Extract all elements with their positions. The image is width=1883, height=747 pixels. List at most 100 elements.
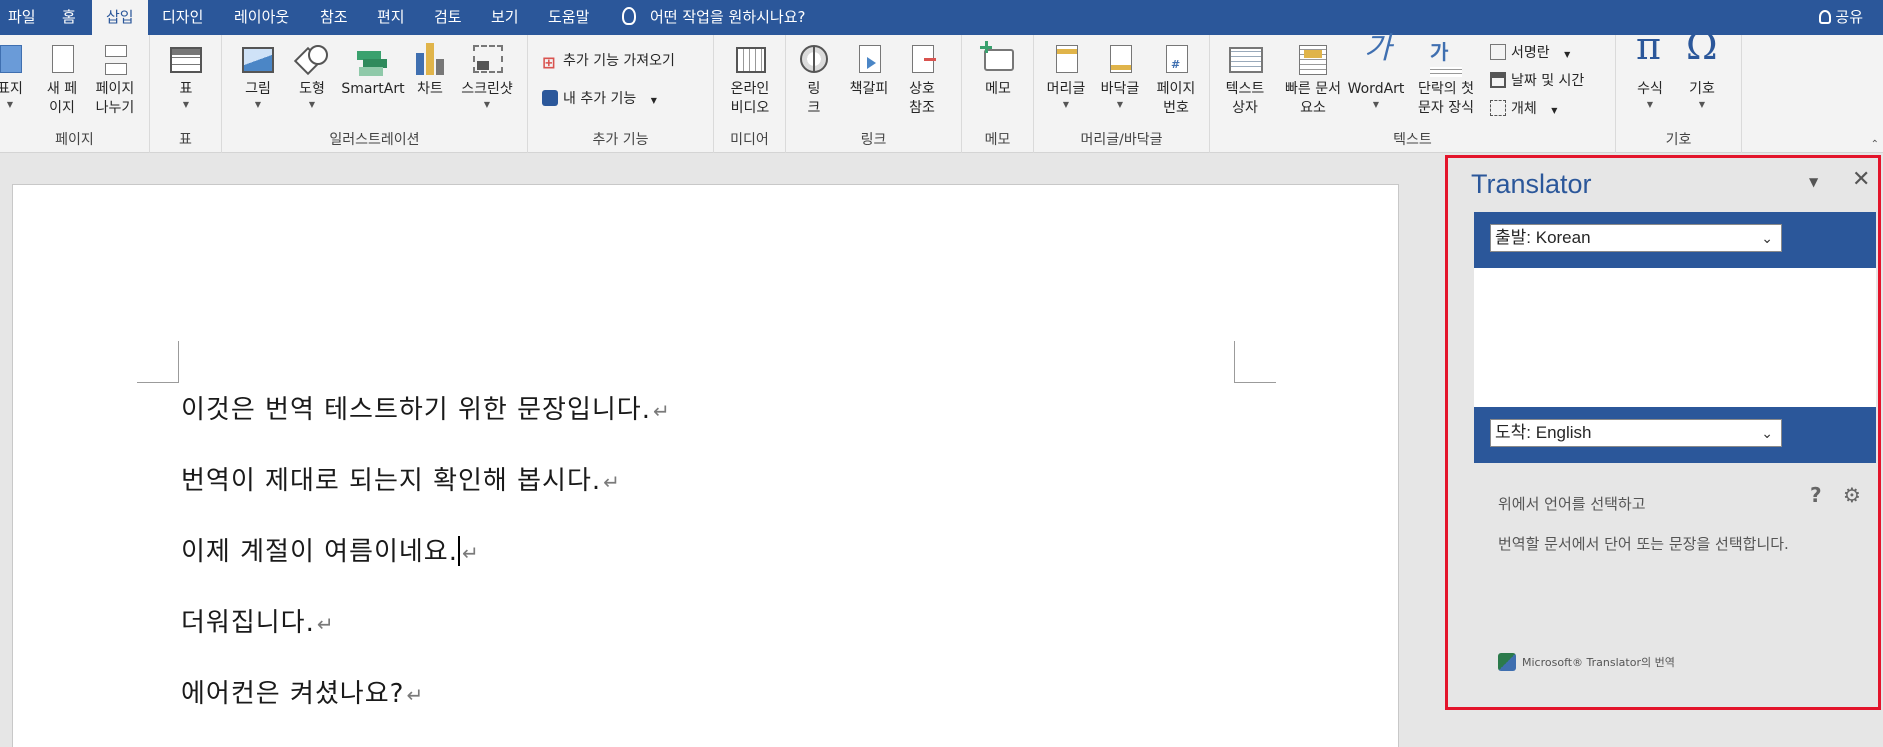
date-time-button[interactable]: 날짜 및 시간 <box>1490 69 1584 93</box>
crop-mark-top-right <box>1234 341 1276 383</box>
pane-options-chevron-icon[interactable]: ▼ <box>1809 175 1818 189</box>
group-label-pages: 페이지 <box>55 132 94 148</box>
tab-mailings[interactable]: 편지 <box>363 0 419 35</box>
blank-page-button[interactable]: 새 페 이지 <box>42 43 82 118</box>
cover-page-button[interactable]: 표지 ▼ <box>0 43 28 111</box>
tab-file[interactable]: 파일 <box>0 0 50 35</box>
my-addins-button[interactable]: 내 추가 기능 ▼ <box>542 87 657 111</box>
paragraph[interactable]: 이것은 번역 테스트하기 위한 문장입니다. ↵ <box>181 389 671 426</box>
new-comment-button[interactable]: 메모 <box>978 41 1018 99</box>
object-label: 개체 <box>1511 101 1537 117</box>
shapes-icon <box>293 43 330 77</box>
tab-layout[interactable]: 레이아웃 <box>220 0 303 35</box>
help-icon[interactable]: ? <box>1810 483 1822 507</box>
smartart-button[interactable]: SmartArt <box>338 43 408 99</box>
target-language-select[interactable]: 도착: English ⌄ <box>1490 419 1782 447</box>
table-button[interactable]: 표 ▼ <box>166 43 206 111</box>
instruction-text-1: 위에서 언어를 선택하고 <box>1498 495 1646 513</box>
link-label-1: 링 <box>807 81 821 97</box>
pi-icon: π <box>1636 24 1661 68</box>
paragraph-mark: ↵ <box>652 399 671 423</box>
online-video-button[interactable]: 온라인 비디오 <box>726 43 774 118</box>
pictures-button[interactable]: 그림 ▼ <box>238 43 278 111</box>
object-button[interactable]: 개체 ▼ <box>1490 97 1557 121</box>
tab-review[interactable]: 검토 <box>420 0 476 35</box>
chevron-down-icon: ▼ <box>483 100 491 109</box>
quick-parts-button[interactable]: 빠른 문서 요소 <box>1278 43 1348 118</box>
text-box-button[interactable]: 텍스트 상자 <box>1220 43 1270 118</box>
share-button[interactable]: 공유 <box>1819 0 1863 35</box>
collapse-ribbon-icon[interactable]: ⌃ <box>1871 139 1879 150</box>
equation-button[interactable]: π 수식 ▼ <box>1626 24 1674 111</box>
tab-references[interactable]: 참조 <box>306 0 362 35</box>
cross-reference-button[interactable]: 상호 참조 <box>902 43 942 118</box>
shapes-label: 도형 <box>299 81 325 97</box>
symbol-button[interactable]: Ω 기호 ▼ <box>1678 24 1726 111</box>
link-button[interactable]: 링 크 <box>794 43 834 118</box>
source-language-band: 출발: Korean ⌄ <box>1474 212 1876 268</box>
translator-credit[interactable]: Microsoft® Translator의 번역 <box>1498 653 1675 671</box>
screenshot-button[interactable]: 스크린샷 ▼ <box>454 43 520 111</box>
paragraph[interactable]: 에어컨은 켜셨나요? ↵ <box>181 673 424 710</box>
video-icon <box>732 43 768 77</box>
tab-view[interactable]: 보기 <box>477 0 533 35</box>
source-language-value: 출발: Korean <box>1495 228 1591 247</box>
tab-design[interactable]: 디자인 <box>148 0 217 35</box>
shapes-button[interactable]: 도형 ▼ <box>292 43 332 111</box>
my-addins-label: 내 추가 기능 <box>563 91 637 107</box>
paragraph-mark: ↵ <box>316 612 335 636</box>
group-label-header-footer: 머리글/바닥글 <box>1080 132 1163 148</box>
chevron-down-icon: ▼ <box>1646 100 1654 109</box>
text-cursor <box>458 536 460 566</box>
footer-icon <box>1102 43 1138 77</box>
group-header-footer: 머리글 ▼ 바닥글 ▼ # 페이지 번호 머리글/바닥글 <box>1034 35 1210 153</box>
footer-button[interactable]: 바닥글 ▼ <box>1096 43 1144 111</box>
quick-parts-label-1: 빠른 문서 <box>1285 81 1341 97</box>
translator-pane: Translator ▼ ✕ 출발: Korean ⌄ 도착: English … <box>1447 157 1879 712</box>
close-icon[interactable]: ✕ <box>1852 167 1870 192</box>
drop-cap-button[interactable]: 가 단락의 첫 문자 장식 <box>1406 42 1486 118</box>
paragraph-mark: ↵ <box>406 683 425 707</box>
new-comment-label: 메모 <box>985 81 1011 97</box>
header-icon <box>1048 43 1084 77</box>
bookmark-button[interactable]: 책갈피 <box>844 43 894 99</box>
tab-insert[interactable]: 삽입 <box>92 0 148 35</box>
pane-title: Translator <box>1471 169 1592 199</box>
document-page[interactable]: 이것은 번역 테스트하기 위한 문장입니다. ↵ 번역이 제대로 되는지 확인해 … <box>12 184 1399 747</box>
header-label: 머리글 <box>1046 81 1086 97</box>
tell-me-search[interactable]: 어떤 작업을 원하시나요? <box>622 0 806 35</box>
page-number-button[interactable]: # 페이지 번호 <box>1150 43 1202 118</box>
link-label-2: 크 <box>807 100 821 116</box>
translator-body: 출발: Korean ⌄ 도착: English ⌄ ? ⚙ 위에서 언어를 선… <box>1474 212 1876 712</box>
text-box-label-1: 텍스트 <box>1225 81 1265 97</box>
signature-line-button[interactable]: 서명란 ▼ <box>1490 41 1570 65</box>
paragraph[interactable]: 이제 계절이 여름이네요. ↵ <box>181 531 480 568</box>
chart-label: 차트 <box>417 81 443 97</box>
get-addins-label: 추가 기능 가져오기 <box>563 53 675 69</box>
paragraph[interactable]: 번역이 제대로 되는지 확인해 봅시다. ↵ <box>181 460 621 497</box>
source-language-select[interactable]: 출발: Korean ⌄ <box>1490 224 1782 252</box>
signature-icon <box>1490 44 1506 60</box>
group-addins: ⊞ 추가 기능 가져오기 내 추가 기능 ▼ 추가 기능 <box>528 35 714 153</box>
paragraph-text: 더워집니다. <box>181 608 315 638</box>
smartart-label: SmartArt <box>341 81 405 97</box>
menu-bar: 파일 홈 삽입 디자인 레이아웃 참조 편지 검토 보기 도움말 어떤 작업을 … <box>0 0 1883 35</box>
tab-help[interactable]: 도움말 <box>534 0 603 35</box>
wordart-label: WordArt <box>1347 81 1405 97</box>
group-label-symbols: 기호 <box>1665 132 1692 148</box>
chart-button[interactable]: 차트 <box>410 43 450 99</box>
blank-page-label-2: 이지 <box>49 100 75 116</box>
gear-icon[interactable]: ⚙ <box>1843 483 1861 507</box>
document-area[interactable]: 이것은 번역 테스트하기 위한 문장입니다. ↵ 번역이 제대로 되는지 확인해 … <box>0 154 1443 747</box>
pictures-label: 그림 <box>245 81 271 97</box>
omega-icon: Ω <box>1686 24 1718 68</box>
source-text-area[interactable] <box>1474 268 1876 407</box>
picture-icon <box>240 43 276 77</box>
header-button[interactable]: 머리글 ▼ <box>1042 43 1090 111</box>
wordart-button[interactable]: 가 WordArt ▼ <box>1344 34 1408 111</box>
page-break-icon <box>97 43 133 77</box>
tab-home[interactable]: 홈 <box>48 0 90 35</box>
paragraph[interactable]: 더워집니다. ↵ <box>181 602 335 639</box>
page-break-button[interactable]: 페이지 나누기 <box>90 43 140 118</box>
get-addins-button[interactable]: ⊞ 추가 기능 가져오기 <box>542 49 675 73</box>
